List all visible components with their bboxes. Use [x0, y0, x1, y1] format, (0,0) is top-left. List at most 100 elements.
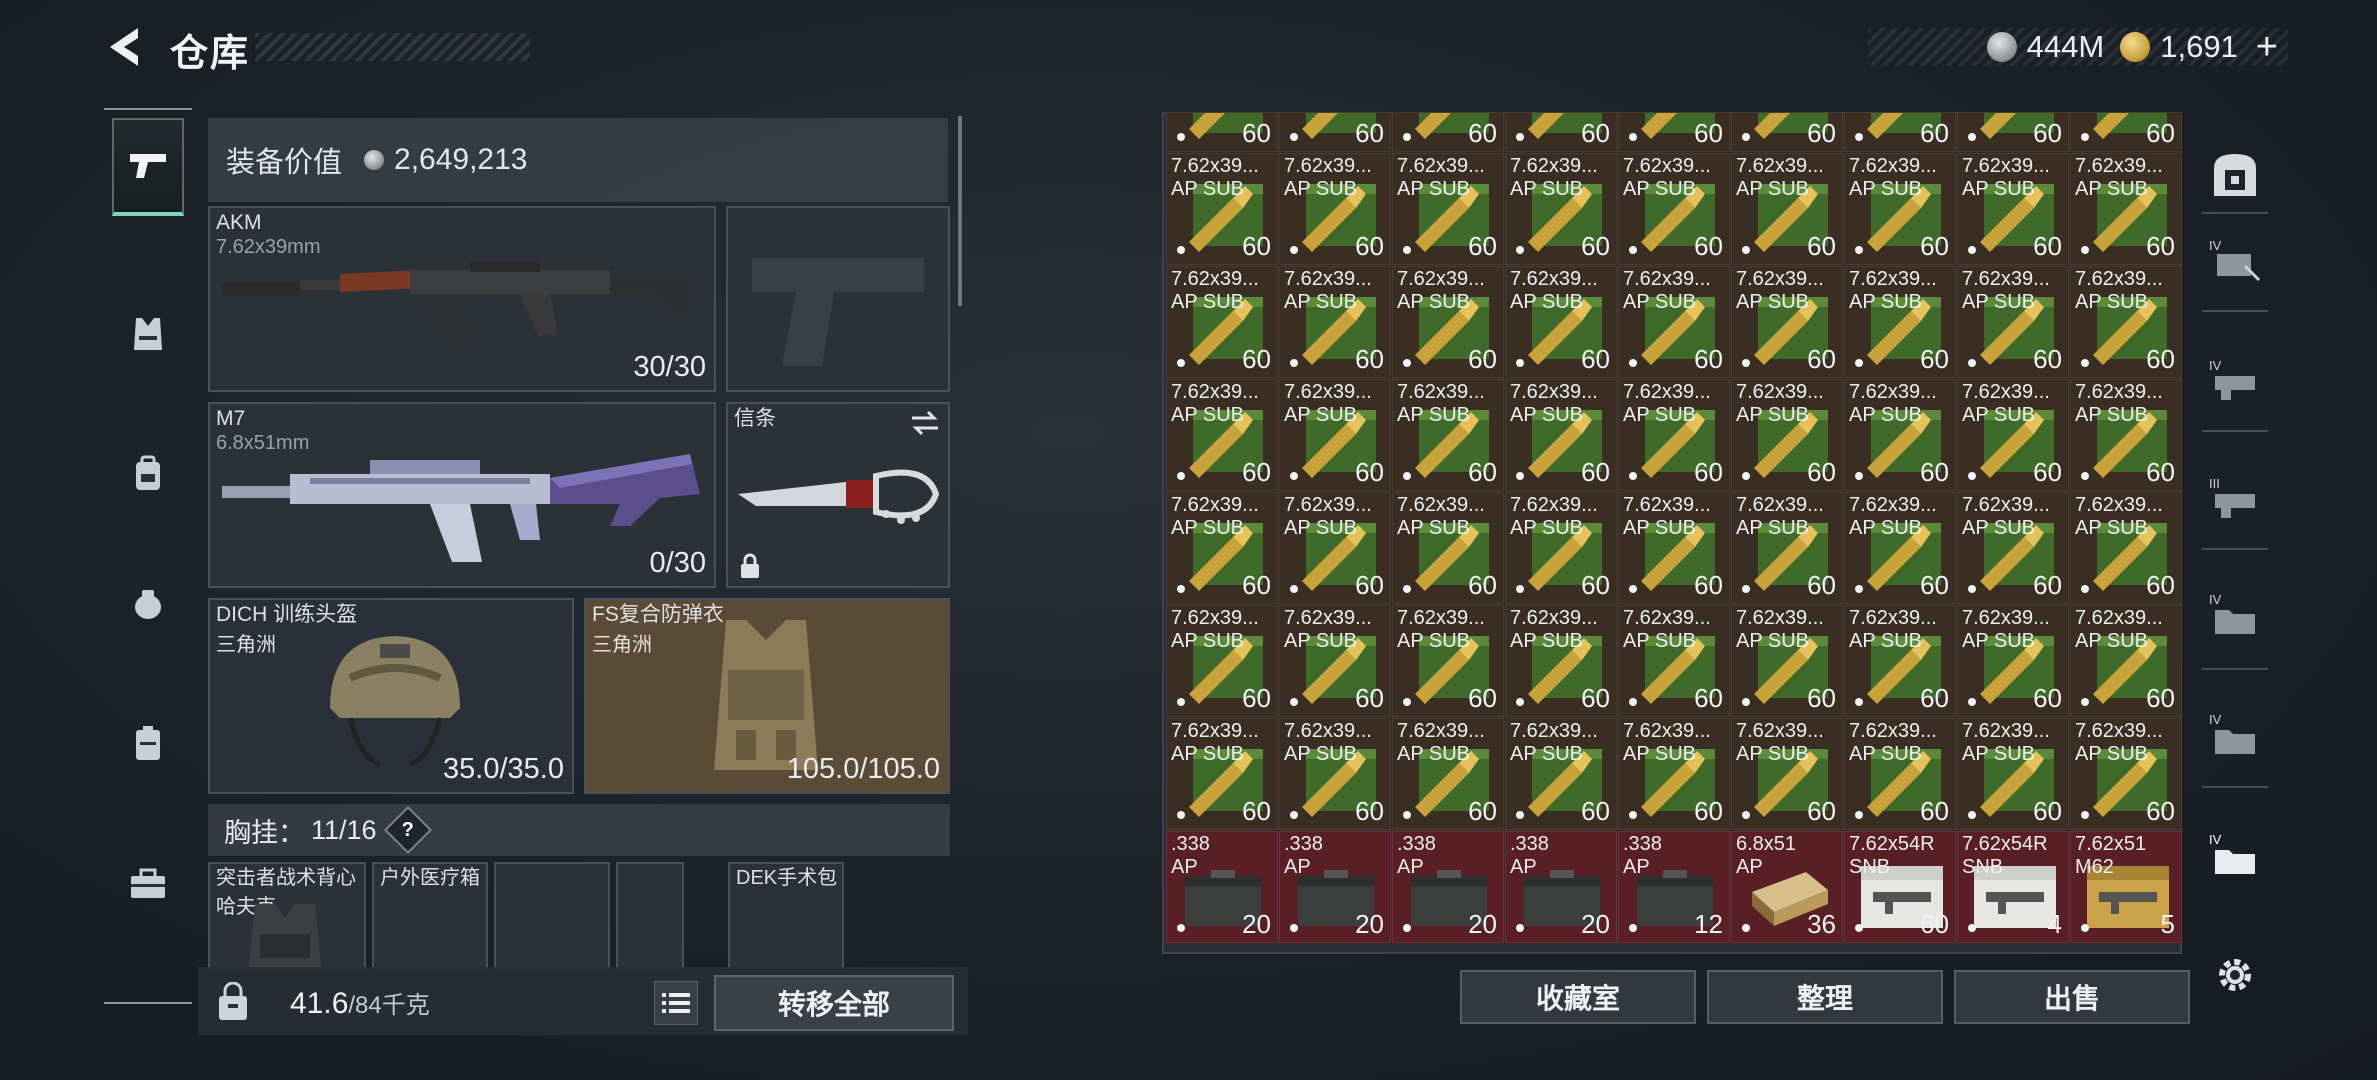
storage-item[interactable]: 7.62x39... AP SUB 60 [1166, 379, 1278, 491]
storage-item[interactable]: 7.62x39... AP SUB 60 [1166, 266, 1278, 378]
storage-item[interactable]: 6.8x51 AP 36 [1731, 831, 1843, 943]
storage-item[interactable]: 7.62x39... AP SUB 60 [1279, 492, 1391, 604]
storage-item[interactable]: 7.62x39... AP SUB 60 [1279, 266, 1391, 378]
storage-item[interactable]: 7.62x39... AP SUB 60 [1279, 379, 1391, 491]
storage-item[interactable]: 7.62x39... AP SUB 60 [1618, 718, 1730, 830]
panel-scrollbar[interactable] [958, 116, 962, 306]
storage-item[interactable]: 7.62x39... AP SUB 60 [1618, 379, 1730, 491]
rail-item-weapons[interactable] [112, 118, 184, 216]
storage-item[interactable]: 7.62x39... AP SUB 60 [2070, 492, 2182, 604]
storage-item[interactable]: 7.62x39... AP SUB 60 [1844, 718, 1956, 830]
storage-item[interactable]: 7.62x39... AP SUB 60 [1505, 605, 1617, 717]
storage-item[interactable]: 60 [1731, 112, 1843, 152]
storage-item[interactable]: 60 [1279, 112, 1391, 152]
settings-button[interactable] [2202, 942, 2268, 1008]
storage-item[interactable]: 60 [1618, 112, 1730, 152]
storage-item[interactable]: 7.62x39... AP SUB 60 [1505, 492, 1617, 604]
helmet-slot[interactable]: DICH 训练头盔 三角洲 35.0/35.0 [208, 598, 574, 794]
storage-item[interactable]: 7.62x39... AP SUB 60 [1957, 605, 2069, 717]
storage-item[interactable]: 7.62x51 M62 5 [2070, 831, 2182, 943]
storage-item[interactable]: .338 AP 20 [1392, 831, 1504, 943]
storage-item[interactable]: 7.62x39... AP SUB 60 [1731, 605, 1843, 717]
inventory-slot[interactable]: 户外医疗箱 [372, 862, 488, 972]
storage-item[interactable]: 7.62x39... AP SUB 60 [1505, 379, 1617, 491]
storage-item[interactable]: 7.62x39... AP SUB 60 [1279, 153, 1391, 265]
add-currency-button[interactable]: + [2256, 26, 2278, 69]
sell-button[interactable]: 出售 [1954, 970, 2190, 1024]
storage-item[interactable]: 60 [1166, 112, 1278, 152]
collection-room-button[interactable]: 收藏室 [1460, 970, 1696, 1024]
help-button[interactable]: ? [383, 805, 432, 855]
transfer-all-button[interactable]: 转移全部 [714, 975, 954, 1031]
storage-item[interactable]: 7.62x39... AP SUB 60 [1731, 153, 1843, 265]
storage-item[interactable]: .338 AP 12 [1618, 831, 1730, 943]
storage-item[interactable]: 7.62x54R SNB 60 [1844, 831, 1956, 943]
rail-item-pouch[interactable] [112, 568, 184, 640]
storage-item[interactable]: 7.62x39... AP SUB 60 [2070, 379, 2182, 491]
pistol-slot[interactable] [726, 206, 950, 392]
storage-item[interactable]: 60 [1844, 112, 1956, 152]
armor-slot[interactable]: FS复合防弹衣 三角洲 105.0/105.0 [584, 598, 950, 794]
swap-icon[interactable] [910, 410, 940, 436]
storage-item[interactable]: 7.62x39... AP SUB 60 [1618, 153, 1730, 265]
storage-item[interactable]: 7.62x39... AP SUB 60 [1957, 266, 2069, 378]
rail-item-container[interactable]: IV [2202, 228, 2268, 294]
storage-item[interactable]: 7.62x39... AP SUB 60 [1957, 153, 2069, 265]
rail-item-backpack[interactable] [112, 438, 184, 510]
storage-item[interactable]: 7.62x39... AP SUB 60 [1392, 266, 1504, 378]
storage-item[interactable]: 7.62x54R SNB 4 [1957, 831, 2069, 943]
rail-item-container-active[interactable]: IV [2202, 822, 2268, 888]
storage-item[interactable]: 7.62x39... AP SUB 60 [1392, 492, 1504, 604]
storage-item[interactable]: 7.62x39... AP SUB 60 [2070, 153, 2182, 265]
storage-item[interactable]: 7.62x39... AP SUB 60 [1618, 605, 1730, 717]
storage-item[interactable]: 7.62x39... AP SUB 60 [1844, 605, 1956, 717]
storage-item[interactable]: 60 [2070, 112, 2182, 152]
storage-item[interactable]: 7.62x39... AP SUB 60 [1957, 492, 2069, 604]
sort-button[interactable]: 整理 [1707, 970, 1943, 1024]
rail-item-container[interactable]: IV [2202, 702, 2268, 768]
back-button[interactable] [100, 22, 150, 72]
storage-item[interactable]: 7.62x39... AP SUB 60 [1392, 605, 1504, 717]
storage-item[interactable]: 7.62x39... AP SUB 60 [1844, 153, 1956, 265]
storage-item[interactable]: 7.62x39... AP SUB 60 [1392, 153, 1504, 265]
inventory-slot[interactable] [494, 862, 610, 972]
rail-item-container[interactable]: III [2202, 466, 2268, 532]
storage-item[interactable]: 7.62x39... AP SUB 60 [1731, 718, 1843, 830]
storage-item[interactable]: 7.62x39... AP SUB 60 [2070, 266, 2182, 378]
storage-item[interactable]: 7.62x39... AP SUB 60 [1505, 266, 1617, 378]
rail-item-container[interactable]: IV [2202, 348, 2268, 414]
storage-item[interactable]: 7.62x39... AP SUB 60 [1166, 605, 1278, 717]
storage-item[interactable]: 7.62x39... AP SUB 60 [1505, 718, 1617, 830]
melee-slot[interactable]: 信条 [726, 402, 950, 588]
rail-item-safe-box[interactable] [2202, 142, 2268, 208]
storage-item[interactable]: 7.62x39... AP SUB 60 [1618, 492, 1730, 604]
inventory-slot[interactable] [616, 862, 684, 972]
storage-item[interactable]: 7.62x39... AP SUB 60 [1166, 492, 1278, 604]
rail-item-case[interactable] [112, 708, 184, 780]
list-view-button[interactable] [654, 981, 698, 1025]
storage-item[interactable]: 7.62x39... AP SUB 60 [2070, 718, 2182, 830]
rail-item-toolbox[interactable] [112, 848, 184, 920]
storage-item[interactable]: 7.62x39... AP SUB 60 [1279, 605, 1391, 717]
storage-item[interactable]: 7.62x39... AP SUB 60 [1392, 379, 1504, 491]
storage-item[interactable]: 7.62x39... AP SUB 60 [1618, 266, 1730, 378]
chest-rig-slot[interactable]: 突击者战术背心 哈夫克 [208, 862, 366, 972]
storage-item[interactable]: 7.62x39... AP SUB 60 [1844, 379, 1956, 491]
storage-item[interactable]: 7.62x39... AP SUB 60 [1731, 379, 1843, 491]
weight-lock-button[interactable] [208, 977, 258, 1027]
storage-item[interactable]: 60 [1957, 112, 2069, 152]
storage-item[interactable]: 7.62x39... AP SUB 60 [1505, 153, 1617, 265]
storage-item[interactable]: 7.62x39... AP SUB 60 [1279, 718, 1391, 830]
storage-item[interactable]: 7.62x39... AP SUB 60 [1957, 379, 2069, 491]
secondary-weapon-slot[interactable]: M7 6.8x51mm 0/30 [208, 402, 716, 588]
primary-weapon-slot[interactable]: AKM 7.62x39mm 30/30 [208, 206, 716, 392]
rail-item-container[interactable]: IV [2202, 582, 2268, 648]
storage-item[interactable]: 7.62x39... AP SUB 60 [1731, 266, 1843, 378]
storage-item[interactable]: 60 [1505, 112, 1617, 152]
storage-item[interactable]: 7.62x39... AP SUB 60 [1392, 718, 1504, 830]
storage-item[interactable]: 7.62x39... AP SUB 60 [1731, 492, 1843, 604]
storage-item[interactable]: 7.62x39... AP SUB 60 [1166, 718, 1278, 830]
storage-item[interactable]: .338 AP 20 [1505, 831, 1617, 943]
storage-item[interactable]: 60 [1392, 112, 1504, 152]
storage-item[interactable]: 7.62x39... AP SUB 60 [1166, 153, 1278, 265]
